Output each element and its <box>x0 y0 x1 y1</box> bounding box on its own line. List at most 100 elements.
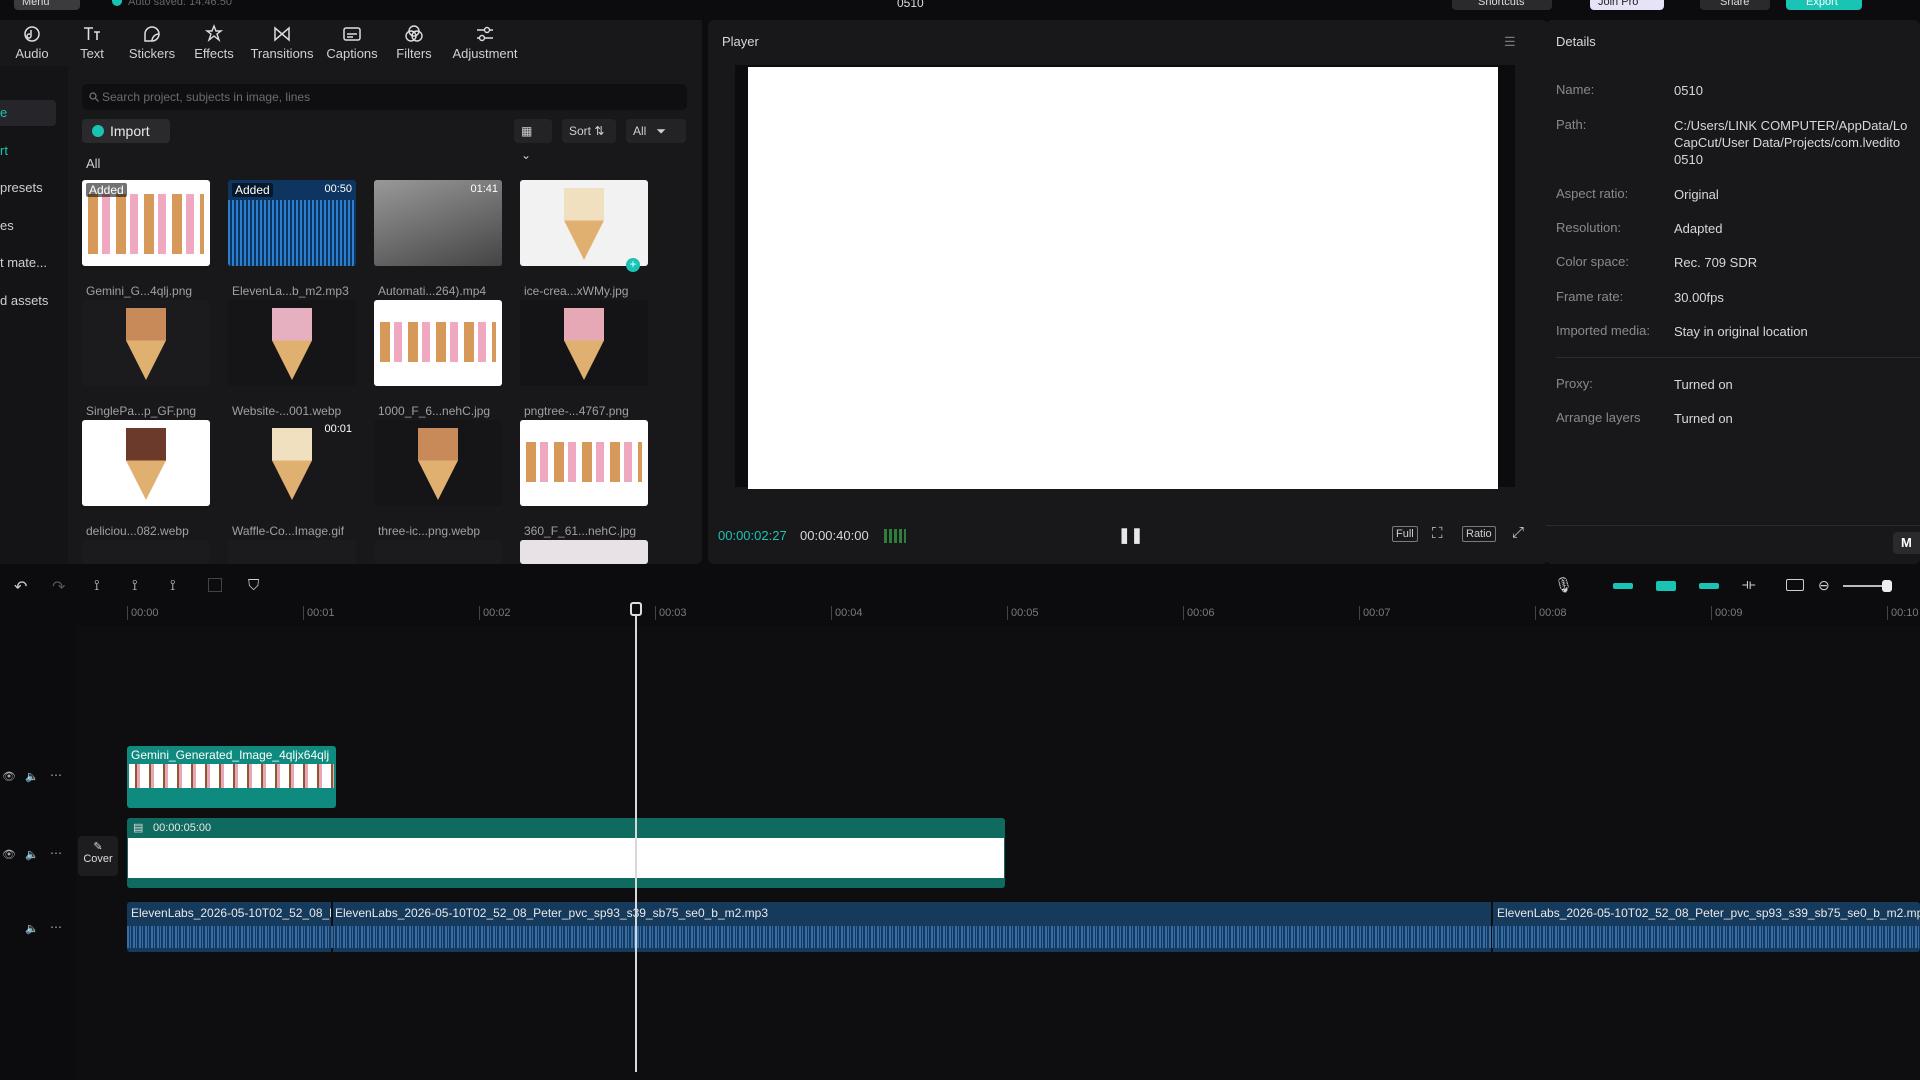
undo-icon[interactable]: ↶ <box>14 577 27 597</box>
import-button[interactable]: Import <box>82 119 170 143</box>
modify-button[interactable]: M <box>1893 532 1920 554</box>
main-track-magnet-icon[interactable] <box>1613 583 1633 589</box>
zoom-icon[interactable]: ⛶ <box>1432 525 1443 542</box>
media-thumbnail[interactable] <box>374 420 502 506</box>
ratio-button[interactable]: Ratio <box>1462 526 1496 542</box>
nav-item-templates[interactable]: es <box>0 213 56 239</box>
audio-clip[interactable]: ElevenLabs_2026-05-10T02_52_08_P ElevenL… <box>127 902 1920 952</box>
tool-audio[interactable]: Audio <box>0 24 64 66</box>
marker-icon[interactable]: ⛉ <box>248 577 259 594</box>
media-thumbnail[interactable] <box>82 420 210 506</box>
pause-icon[interactable]: ❚❚ <box>1118 526 1143 544</box>
zoom-slider-handle[interactable] <box>1882 580 1892 592</box>
speaker-icon[interactable]: 🔈 <box>25 848 39 861</box>
nav-item-import[interactable]: rt <box>0 138 56 164</box>
playhead-handle[interactable] <box>630 602 642 616</box>
media-filename: Website-...001.webp <box>232 404 342 418</box>
shortcuts-label: Shortcuts <box>1478 0 1525 8</box>
view-toggle-button[interactable]: ▦ ⌄ <box>514 119 552 162</box>
tool-label: Filters <box>396 46 432 61</box>
export-button[interactable]: Export <box>1786 0 1862 10</box>
time-ruler[interactable]: 00:00 00:01 00:02 00:03 00:04 00:05 00:06 00:07… <box>0 606 1920 626</box>
sort-button[interactable]: Sort ⇅ <box>562 119 616 143</box>
speaker-icon[interactable]: 🔈 <box>25 922 39 935</box>
detail-value: Turned on <box>1674 411 1733 426</box>
divider <box>1556 357 1920 358</box>
preview-window-icon[interactable] <box>1786 579 1804 591</box>
media-thumbnail[interactable] <box>228 540 356 564</box>
video-clip[interactable]: ▤ 00:00:05:00 <box>127 818 1005 888</box>
split-left-icon[interactable]: ⟟ <box>132 577 138 594</box>
shortcuts-button[interactable]: Shortcuts <box>1452 0 1552 10</box>
redo-icon[interactable]: ↷ <box>52 577 65 597</box>
media-left-nav: e rt presets es t mate... d assets <box>0 66 68 564</box>
nav-item-media[interactable]: e <box>0 100 56 126</box>
tool-filters[interactable]: Filters <box>382 24 446 66</box>
nav-item-assets[interactable]: d assets <box>0 288 56 314</box>
menu-icon[interactable]: ☰ <box>1504 34 1516 50</box>
ruler-tick-label: 00:02 <box>479 606 511 620</box>
join-pro-button[interactable]: Join Pro <box>1590 0 1664 10</box>
full-button[interactable]: Full <box>1392 526 1418 542</box>
media-filename: Waffle-Co...Image.gif <box>232 524 345 538</box>
detail-value: 0510 <box>1674 83 1703 98</box>
preview-canvas[interactable] <box>748 67 1498 489</box>
media-preview <box>564 308 604 380</box>
more-icon[interactable]: ⋯ <box>50 768 62 782</box>
split-right-icon[interactable]: ⟟ <box>170 577 176 594</box>
media-thumbnail[interactable] <box>82 540 210 564</box>
tool-adjustment[interactable]: Adjustment <box>445 24 525 66</box>
share-button[interactable]: Share <box>1700 0 1770 10</box>
more-icon[interactable]: ⋯ <box>50 920 62 934</box>
zoom-slider[interactable] <box>1843 585 1887 587</box>
sort-label: Sort <box>569 124 592 138</box>
image-clip[interactable]: Gemini_Generated_Image_4qljx64qlj <box>127 746 336 808</box>
tool-text[interactable]: Text <box>60 24 124 66</box>
nav-item-presets[interactable]: presets <box>0 175 56 201</box>
zoom-out-icon[interactable]: ⊖ <box>1818 577 1830 594</box>
tool-transitions[interactable]: Transitions <box>250 24 314 66</box>
add-to-timeline-icon[interactable]: + <box>626 258 640 272</box>
eye-icon[interactable]: 👁 <box>2 770 16 783</box>
media-thumbnail[interactable] <box>520 420 648 506</box>
audio-clip-name: ElevenLabs_2026-05-10T02_52_08_Peter_pvc… <box>1497 906 1920 920</box>
media-thumbnail[interactable] <box>374 540 502 564</box>
media-thumbnail[interactable] <box>374 300 502 386</box>
fullscreen-icon[interactable]: ⤢ <box>1512 524 1524 541</box>
tool-captions[interactable]: Captions <box>320 24 384 66</box>
eye-icon[interactable]: 👁 <box>2 848 16 861</box>
linkage-icon[interactable] <box>1699 583 1719 589</box>
media-thumbnail[interactable]: Added 00:50 <box>228 180 356 266</box>
tool-effects[interactable]: Effects <box>182 24 246 66</box>
media-thumbnail[interactable] <box>228 300 356 386</box>
timecode-grid-icon[interactable] <box>884 529 906 543</box>
media-thumbnail[interactable]: 00:01 <box>228 420 356 506</box>
nav-item-materials[interactable]: t mate... <box>0 250 56 276</box>
tool-stickers[interactable]: Stickers <box>120 24 184 66</box>
player-title: Player <box>722 34 759 49</box>
microphone-icon[interactable]: 🎙 <box>1554 576 1573 594</box>
preview-axis-icon[interactable]: ⟛ <box>1742 576 1756 593</box>
detail-label: Frame rate: <box>1556 289 1624 304</box>
search-input[interactable]: Search project, subjects in image, lines <box>82 84 687 110</box>
media-thumbnail[interactable] <box>520 300 648 386</box>
auto-snap-icon[interactable] <box>1656 581 1676 591</box>
filter-button[interactable]: All ⏷ <box>626 119 686 143</box>
more-icon[interactable]: ⋯ <box>50 846 62 860</box>
track-headers: 👁 🔈 ⋯ 👁 🔈 ⋯ 🔈 ⋯ <box>0 626 76 1080</box>
edit-icon: ✎ <box>93 841 103 853</box>
playhead[interactable] <box>630 602 642 1072</box>
media-thumbnail[interactable] <box>520 540 648 564</box>
audio-icon <box>24 26 40 42</box>
media-thumbnail[interactable] <box>82 300 210 386</box>
speaker-icon[interactable]: 🔈 <box>25 770 39 783</box>
ruler-tick-label: 00:09 <box>1711 606 1743 620</box>
media-thumbnail[interactable] <box>520 180 648 266</box>
media-filename: three-ic...png.webp <box>378 524 481 538</box>
cover-button[interactable]: ✎ Cover <box>78 836 118 876</box>
media-thumbnail[interactable]: Added <box>82 180 210 266</box>
split-icon[interactable]: ⟟ <box>94 577 100 594</box>
delete-icon[interactable] <box>208 578 222 592</box>
media-thumbnail[interactable]: 01:41 <box>374 180 502 266</box>
menu-button[interactable]: Menu <box>14 0 80 10</box>
